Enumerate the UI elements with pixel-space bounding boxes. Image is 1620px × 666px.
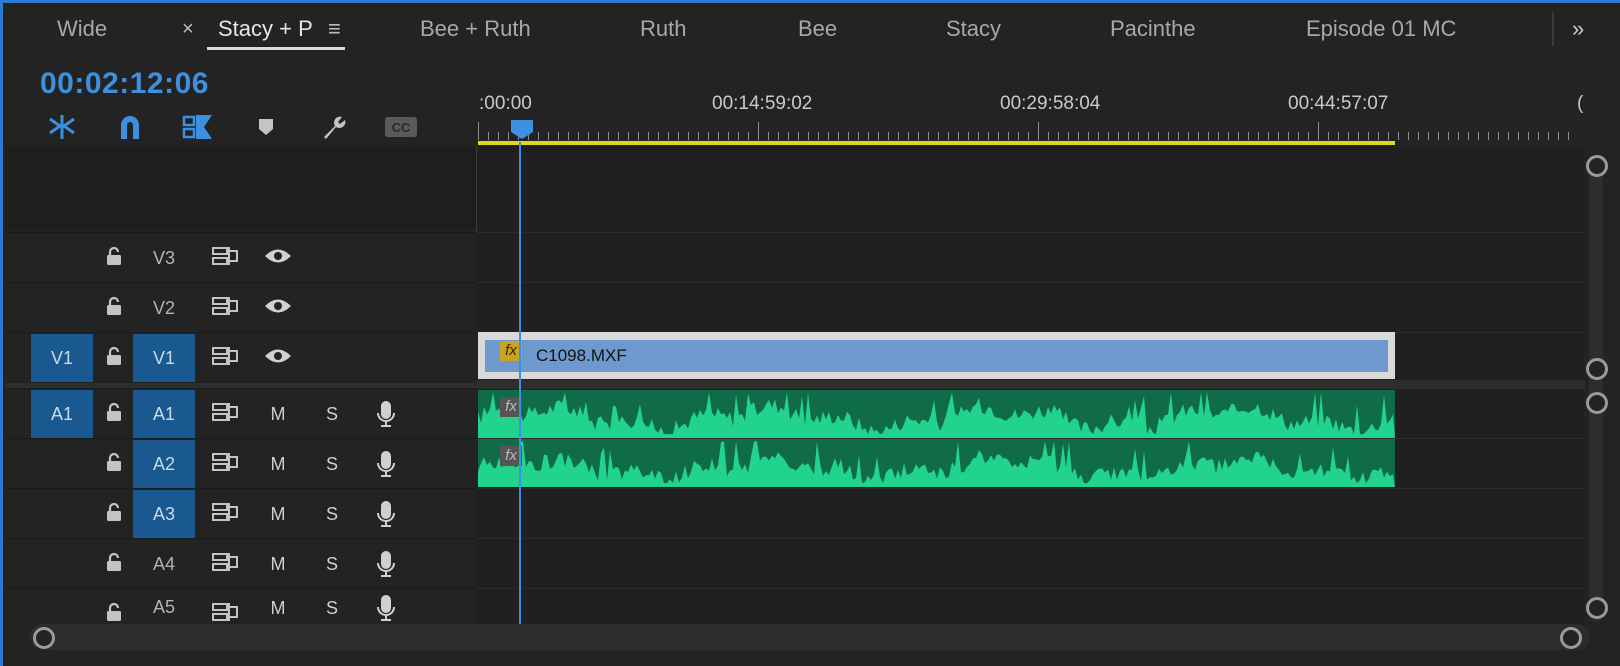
lock-icon[interactable]	[96, 338, 132, 374]
horizontal-scrollbar[interactable]	[30, 624, 1590, 650]
track-row-divider	[477, 282, 1584, 283]
track-row-divider	[477, 538, 1584, 539]
toggle-sync-lock-icon[interactable]	[207, 238, 243, 274]
time-ruler[interactable]	[478, 120, 1578, 142]
snap-magnet-icon[interactable]	[112, 109, 148, 145]
ruler-label: 00:14:59:02	[712, 93, 813, 114]
svg-text:CC: CC	[392, 120, 411, 135]
toggle-sync-lock-icon[interactable]	[207, 338, 243, 374]
scroll-handle[interactable]	[1586, 392, 1608, 414]
ruler-label: 00:44:57:07	[1288, 93, 1389, 114]
vertical-scroll-track[interactable]	[1589, 156, 1603, 622]
microphone-icon[interactable]	[368, 590, 404, 626]
track-row-divider	[477, 388, 1584, 389]
track-row-divider	[477, 588, 1584, 589]
add-marker-icon[interactable]	[248, 109, 284, 145]
source-patch-a1[interactable]: A1	[31, 390, 93, 438]
mute-button[interactable]: M	[260, 496, 296, 532]
lock-icon[interactable]	[96, 394, 132, 430]
toggle-sync-lock-icon[interactable]	[207, 544, 243, 580]
tab-bee[interactable]: Bee	[798, 14, 837, 44]
scroll-handle[interactable]	[1586, 597, 1608, 619]
panel-focus-border-top	[0, 0, 1620, 3]
track-header-spacer	[5, 147, 477, 229]
lock-icon[interactable]	[96, 238, 132, 274]
tab-separator	[1552, 12, 1554, 46]
audio-clip[interactable]	[478, 439, 1395, 487]
track-row-divider	[477, 232, 1584, 233]
microphone-icon[interactable]	[368, 496, 404, 532]
mute-button[interactable]: M	[260, 446, 296, 482]
microphone-icon[interactable]	[368, 446, 404, 482]
tab-stacy[interactable]: Stacy	[946, 14, 1001, 44]
eye-icon[interactable]	[260, 288, 296, 324]
timeline-settings-wrench-icon[interactable]	[316, 109, 352, 145]
lock-icon[interactable]	[96, 444, 132, 480]
ruler-label: 00:29:58:04	[1000, 93, 1101, 114]
zoom-handle-left[interactable]	[33, 627, 55, 649]
ruler-label: :00:00	[479, 93, 532, 114]
scroll-handle[interactable]	[1586, 155, 1608, 177]
active-tab-underline	[207, 47, 345, 50]
ruler-label: (	[1577, 93, 1583, 114]
tab-pacinthe[interactable]: Pacinthe	[1110, 14, 1196, 44]
mute-button[interactable]: M	[260, 396, 296, 432]
playhead-line[interactable]	[519, 142, 521, 624]
playhead-timecode[interactable]: 00:02:12:06	[40, 66, 209, 102]
source-patch-v1[interactable]: V1	[31, 334, 93, 382]
tab-close-icon[interactable]: ×	[182, 14, 194, 44]
tab-bee-ruth[interactable]: Bee + Ruth	[420, 14, 531, 44]
microphone-icon[interactable]	[368, 546, 404, 582]
tab-menu-icon[interactable]: ≡	[328, 14, 341, 44]
tab-ruth[interactable]: Ruth	[640, 14, 686, 44]
solo-button[interactable]: S	[314, 446, 350, 482]
track-label-v2[interactable]: V2	[133, 284, 195, 332]
tab-wide[interactable]: Wide	[57, 14, 107, 44]
zoom-handle-right[interactable]	[1560, 627, 1582, 649]
tab-episode-01-mc[interactable]: Episode 01 MC	[1306, 14, 1456, 44]
tab-stacy-p[interactable]: Stacy + P	[218, 14, 313, 44]
solo-button[interactable]: S	[314, 546, 350, 582]
playhead-handle[interactable]	[509, 118, 535, 140]
captions-cc-icon[interactable]: CC	[383, 109, 419, 145]
track-label-a4[interactable]: A4	[133, 540, 195, 588]
mute-button[interactable]: M	[260, 590, 296, 626]
track-label-a5[interactable]: A5	[133, 590, 195, 624]
panel-focus-border-left	[0, 0, 3, 666]
audio-clip[interactable]	[478, 390, 1395, 438]
track-label-v3[interactable]: V3	[133, 234, 195, 282]
solo-button[interactable]: S	[314, 396, 350, 432]
lock-icon[interactable]	[96, 544, 132, 580]
toggle-sync-lock-icon[interactable]	[207, 288, 243, 324]
lock-icon[interactable]	[96, 494, 132, 530]
linked-selection-icon[interactable]	[180, 109, 216, 145]
solo-button[interactable]: S	[314, 590, 350, 626]
track-label-a1[interactable]: A1	[133, 390, 195, 438]
scroll-handle[interactable]	[1586, 358, 1608, 380]
track-label-a3[interactable]: A3	[133, 490, 195, 538]
track-label-a2[interactable]: A2	[133, 440, 195, 488]
toggle-sync-lock-icon[interactable]	[207, 494, 243, 530]
clip-name: C1098.MXF	[536, 346, 627, 365]
toggle-sync-lock-icon[interactable]	[207, 394, 243, 430]
track-row-divider	[477, 488, 1584, 489]
mute-button[interactable]: M	[260, 546, 296, 582]
audio-waveform	[478, 392, 1395, 438]
solo-button[interactable]: S	[314, 496, 350, 532]
toggle-sync-lock-icon[interactable]	[207, 444, 243, 480]
audio-waveform	[478, 441, 1395, 487]
work-area-bar[interactable]	[478, 141, 1395, 145]
insert-nest-icon[interactable]	[44, 109, 80, 145]
microphone-icon[interactable]	[368, 396, 404, 432]
tab-overflow-icon[interactable]: »	[1572, 14, 1584, 44]
lock-icon[interactable]	[96, 288, 132, 324]
eye-icon[interactable]	[260, 238, 296, 274]
track-label-v1[interactable]: V1	[133, 334, 195, 382]
eye-icon[interactable]	[260, 338, 296, 374]
